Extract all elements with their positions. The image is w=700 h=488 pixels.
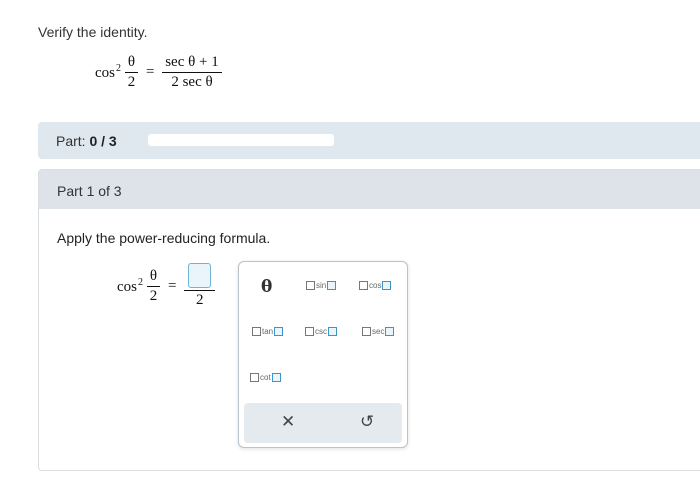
argument-placeholder — [327, 281, 337, 290]
argument-placeholder — [305, 327, 314, 336]
argument-placeholder — [250, 373, 259, 382]
cot-button[interactable]: cot — [250, 373, 281, 382]
progress-track — [148, 134, 334, 146]
part-status-value: 0 / 3 — [89, 133, 117, 149]
part-status-label: Part: 0 / 3 — [56, 133, 117, 149]
argument-placeholder — [274, 327, 284, 336]
tan-button[interactable]: tan — [252, 327, 284, 336]
undo-icon[interactable]: ↺ — [360, 412, 374, 432]
lhs-fraction: θ 2 — [124, 54, 139, 91]
rhs-fraction: sec θ + 1 2 sec θ — [162, 54, 222, 91]
theta-button[interactable]: θ — [261, 277, 272, 297]
answer-lhs-fraction: θ 2 — [146, 268, 161, 305]
argument-placeholder — [359, 281, 368, 290]
answer-input-box[interactable] — [188, 263, 212, 288]
answer-equation: cos2 θ 2 = 2 — [117, 263, 216, 309]
sec-button[interactable]: sec — [362, 327, 395, 336]
argument-placeholder — [271, 373, 281, 382]
cos-function: cos2 — [95, 63, 121, 81]
answer-equals-sign: = — [168, 277, 177, 294]
argument-placeholder — [306, 281, 315, 290]
argument-placeholder — [328, 327, 337, 336]
cos-button[interactable]: cos — [359, 281, 392, 290]
csc-button[interactable]: csc — [305, 327, 337, 336]
clear-icon[interactable]: ✕ — [281, 412, 295, 432]
part-instruction: Apply the power-reducing formula. — [57, 230, 271, 246]
argument-placeholder — [252, 327, 261, 336]
answer-cos-function: cos2 — [117, 276, 143, 295]
math-palette: θ sin cos tan csc sec cot ✕ ↺ — [238, 261, 408, 448]
identity-equation: cos2 θ 2 = sec θ + 1 2 sec θ — [95, 54, 222, 100]
palette-action-tray: ✕ ↺ — [244, 403, 402, 443]
argument-placeholder — [385, 327, 395, 336]
part-panel: Part 1 of 3 Apply the power-reducing for… — [38, 169, 700, 471]
part-header: Part 1 of 3 — [39, 170, 700, 209]
answer-rhs-fraction: 2 — [184, 263, 216, 309]
argument-placeholder — [362, 327, 371, 336]
equals-sign: = — [146, 64, 155, 80]
sin-button[interactable]: sin — [306, 281, 337, 290]
part-progress-bar: Part: 0 / 3 — [38, 122, 700, 159]
argument-placeholder — [382, 281, 392, 290]
question-prompt: Verify the identity. — [38, 24, 148, 40]
part-title: Part 1 of 3 — [57, 183, 122, 199]
